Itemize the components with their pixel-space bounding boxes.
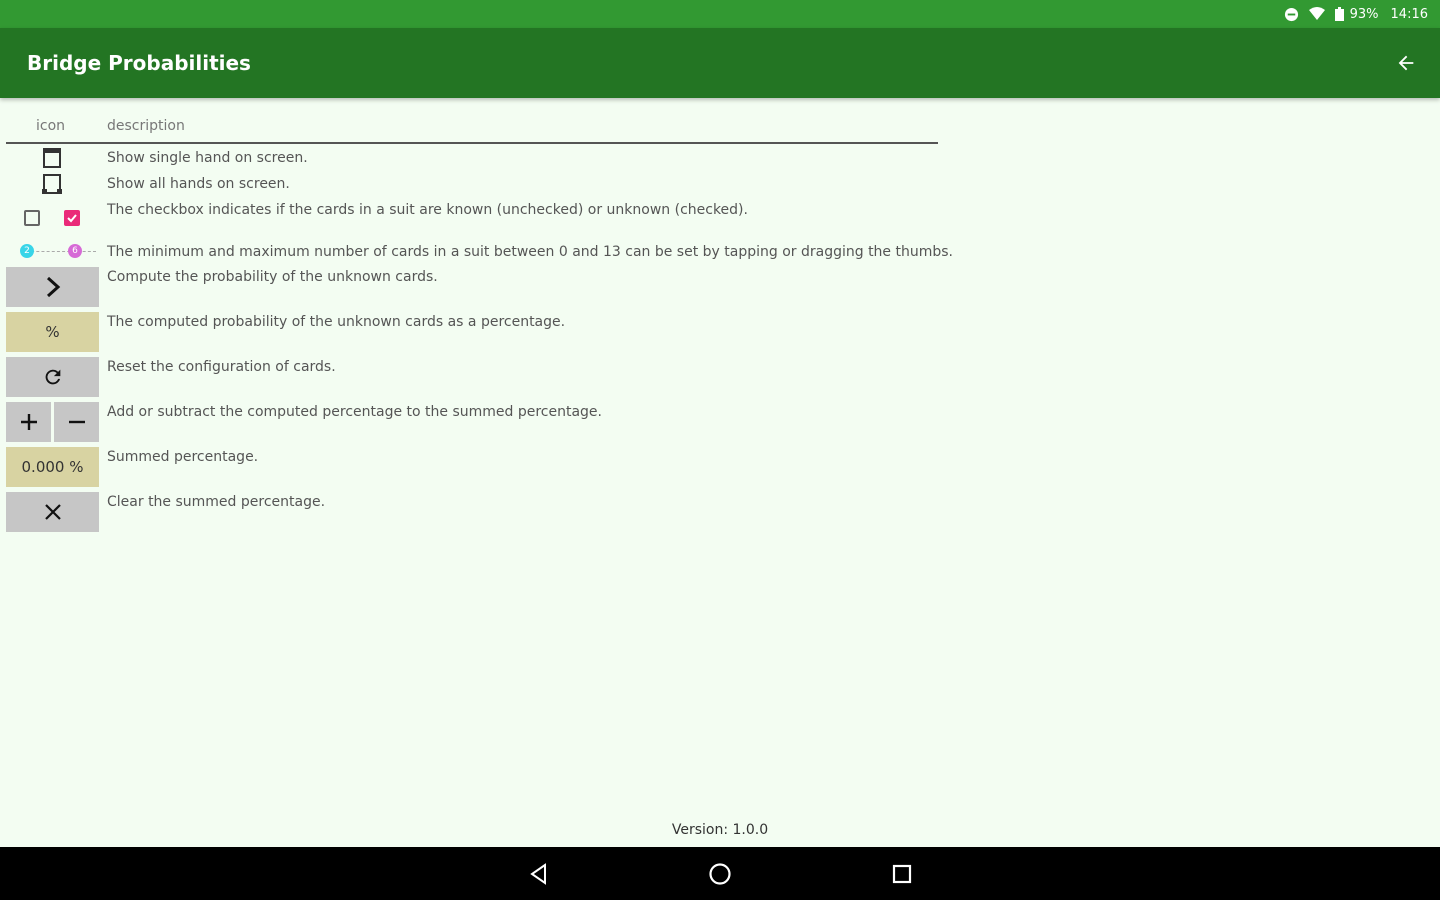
row-description: Compute the probability of the unknown c… <box>107 269 438 285</box>
clock: 14:16 <box>1390 6 1428 22</box>
version-label: Version: 1.0.0 <box>671 822 769 838</box>
row-description: The computed probability of the unknown … <box>107 314 566 330</box>
row-description: Clear the summed percentage. <box>107 494 326 510</box>
summed-percentage-value: 0.000 % <box>21 458 84 476</box>
plus-button-sample <box>6 402 51 442</box>
row-description: The checkbox indicates if the cards in a… <box>107 202 748 218</box>
compute-button-sample <box>6 267 99 307</box>
table-row: Show single hand on screen. <box>6 148 938 172</box>
checked-checkbox-icon <box>64 210 80 226</box>
table-row: The checkbox indicates if the cards in a… <box>6 200 938 234</box>
percent-display-sample: % <box>6 312 99 352</box>
table-row: 2 6 The minimum and maximum number of ca… <box>6 240 953 264</box>
nav-recents-button[interactable] <box>888 860 916 888</box>
status-bar: 93% 14:16 <box>0 0 1440 28</box>
table-header: icon description <box>6 112 938 144</box>
row-description: Summed percentage. <box>107 449 259 465</box>
do-not-disturb-icon <box>1284 7 1299 22</box>
header-description: description <box>107 118 185 134</box>
table-row: 0.000 % Summed percentage. <box>6 447 938 487</box>
single-hand-icon <box>43 148 61 168</box>
row-description: Reset the configuration of cards. <box>107 359 336 375</box>
help-table: icon description Show single hand on scr… <box>6 112 953 532</box>
arrow-left-icon <box>1398 55 1414 71</box>
wifi-icon <box>1308 7 1325 21</box>
row-description: The minimum and maximum number of cards … <box>107 244 954 260</box>
refresh-icon <box>45 369 60 385</box>
row-description: Add or subtract the computed percentage … <box>107 404 602 420</box>
clear-button-sample <box>6 492 99 532</box>
row-description: Show all hands on screen. <box>107 176 290 192</box>
nav-recents-icon <box>892 864 912 884</box>
table-row: Show all hands on screen. <box>6 174 938 198</box>
range-slider-track <box>26 251 96 252</box>
table-row: Add or subtract the computed percentage … <box>6 402 938 442</box>
chevron-right-icon <box>46 276 60 298</box>
minus-icon <box>68 420 85 424</box>
app-bar: Bridge Probabilities <box>0 28 1440 98</box>
back-button[interactable] <box>1392 49 1420 77</box>
percent-icon: % <box>45 323 60 341</box>
nav-back-button[interactable] <box>525 860 553 888</box>
unchecked-checkbox-icon <box>24 210 40 226</box>
battery-icon <box>1334 7 1344 21</box>
table-row: Compute the probability of the unknown c… <box>6 267 938 307</box>
nav-home-icon <box>709 863 731 885</box>
summed-percentage-sample: 0.000 % <box>6 447 99 487</box>
table-row: % The computed probability of the unknow… <box>6 312 938 352</box>
row-description: Show single hand on screen. <box>107 150 308 166</box>
range-slider-max-thumb: 6 <box>68 244 82 258</box>
nav-home-button[interactable] <box>706 860 734 888</box>
nav-back-icon <box>530 863 546 885</box>
table-row: Reset the configuration of cards. <box>6 357 938 397</box>
close-icon <box>44 504 61 520</box>
app-title: Bridge Probabilities <box>27 51 251 75</box>
table-row: Clear the summed percentage. <box>6 492 938 532</box>
minus-button-sample <box>54 402 99 442</box>
all-hands-icon <box>42 174 62 194</box>
range-slider-min-thumb: 2 <box>20 244 34 258</box>
header-icon: icon <box>36 118 66 134</box>
plus-icon <box>20 414 37 430</box>
battery-percent: 93% <box>1349 6 1379 22</box>
system-nav-bar <box>0 847 1440 900</box>
reset-button-sample <box>6 357 99 397</box>
